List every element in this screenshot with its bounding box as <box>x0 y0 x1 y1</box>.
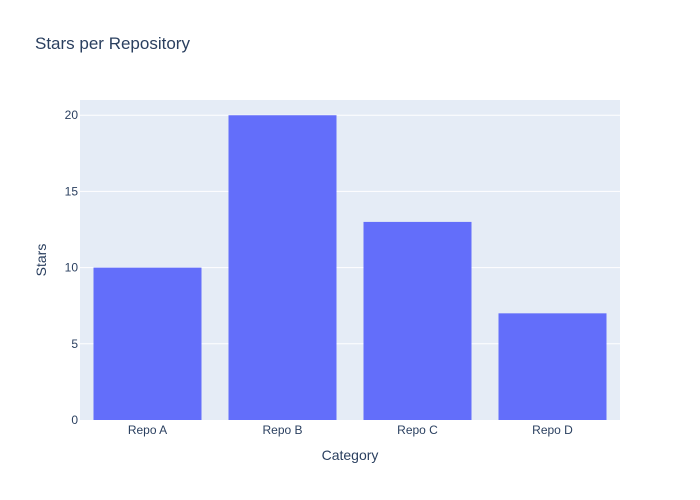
chart-root: Stars per Repository 0 5 10 15 20 Repo A Repo… <box>0 0 700 500</box>
y-axis-title: Stars <box>33 244 49 277</box>
bar-chart: 0 5 10 15 20 Repo A Repo B Repo C Repo D Catego… <box>33 100 620 463</box>
y-tick-label: 10 <box>65 261 79 275</box>
y-axis-ticks: 0 5 10 15 20 <box>65 108 79 427</box>
y-tick-label: 0 <box>71 413 78 427</box>
x-tick-label: Repo A <box>128 423 167 437</box>
x-tick-label: Repo B <box>262 423 302 437</box>
bar[interactable] <box>93 267 202 420</box>
bar[interactable] <box>228 115 337 420</box>
y-tick-label: 20 <box>65 108 79 122</box>
x-tick-label: Repo D <box>532 423 573 437</box>
x-axis-ticks: Repo A Repo B Repo C Repo D <box>128 423 573 437</box>
bar[interactable] <box>498 313 607 420</box>
y-tick-label: 15 <box>65 184 79 198</box>
y-tick-label: 5 <box>71 337 78 351</box>
x-tick-label: Repo C <box>397 423 438 437</box>
bar[interactable] <box>363 221 472 420</box>
x-axis-title: Category <box>322 447 379 463</box>
